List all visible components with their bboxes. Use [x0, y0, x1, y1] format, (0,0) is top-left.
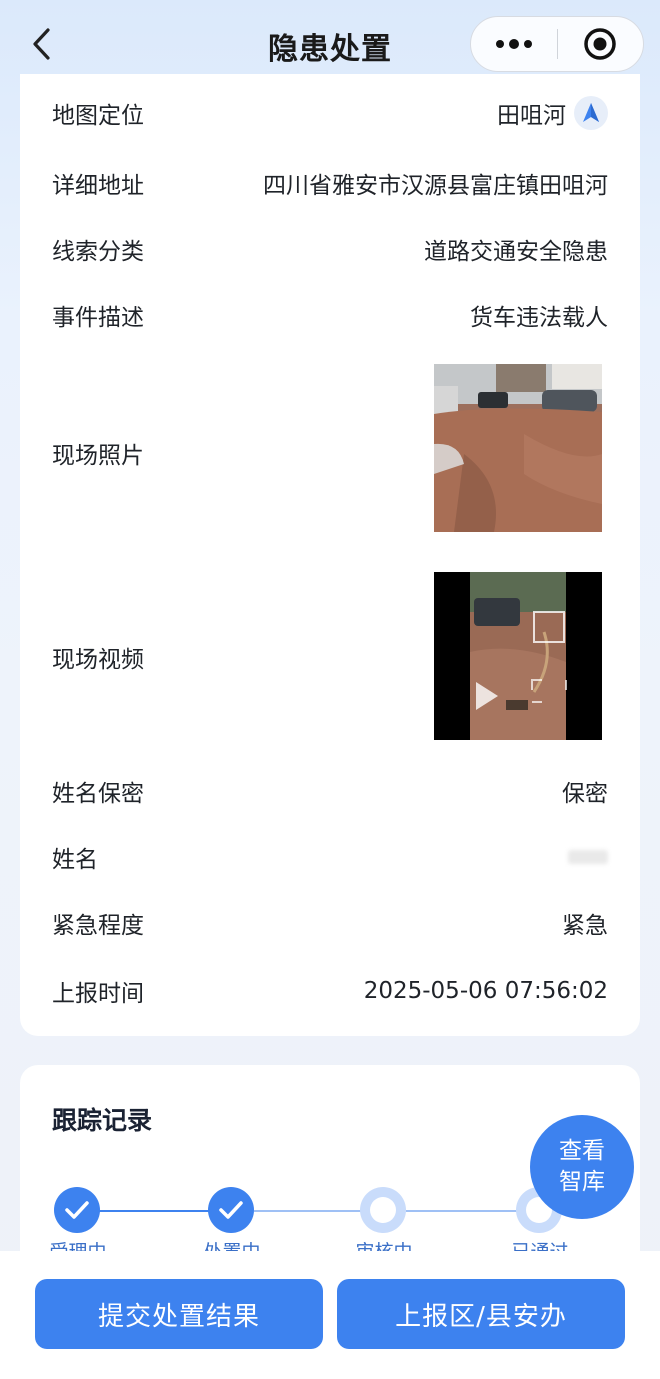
video-label: 现场视频	[52, 647, 144, 673]
category-label: 线索分类	[52, 239, 144, 265]
address-row: 详细地址 四川省雅安市汉源县富庄镇田咀河	[52, 166, 608, 200]
navigation-icon[interactable]	[574, 96, 608, 130]
more-dots-icon	[495, 39, 532, 49]
name-row: 姓名	[52, 840, 608, 874]
map-location-value: 田咀河	[497, 103, 566, 129]
urgency-label: 紧急程度	[52, 913, 144, 939]
submit-result-button[interactable]: 提交处置结果	[35, 1279, 323, 1349]
step-accepted	[54, 1187, 100, 1233]
name-secret-value: 保密	[562, 781, 608, 807]
report-time-label: 上报时间	[52, 981, 144, 1007]
name-secret-row: 姓名保密 保密	[52, 774, 608, 808]
map-location-row[interactable]: 地图定位 田咀河	[52, 96, 608, 130]
knowledge-button-line1: 查看	[559, 1138, 605, 1164]
knowledge-button-line2: 智库	[559, 1169, 605, 1195]
description-value: 货车违法载人	[470, 305, 608, 331]
urgency-value: 紧急	[562, 913, 608, 939]
detail-card: 地图定位 田咀河 详细地址 四川省雅安市汉源县富庄镇田咀河 线索分类 道路交通安…	[20, 74, 640, 1036]
step-reviewing	[360, 1187, 406, 1233]
bottom-action-bar: 提交处置结果 上报区/县安办	[0, 1251, 660, 1379]
description-label: 事件描述	[52, 305, 144, 331]
category-row: 线索分类 道路交通安全隐患	[52, 232, 608, 266]
photo-label: 现场照片	[52, 443, 144, 469]
name-value-redacted	[568, 850, 608, 864]
tracking-title: 跟踪记录	[52, 1106, 153, 1135]
scene-video[interactable]	[434, 572, 602, 740]
address-label: 详细地址	[52, 173, 144, 199]
check-icon	[65, 1201, 89, 1219]
check-icon	[219, 1201, 243, 1219]
report-county-office-button[interactable]: 上报区/县安办	[337, 1279, 625, 1349]
map-location-label: 地图定位	[52, 103, 144, 129]
report-time-row: 上报时间 2025-05-06 07:56:02	[52, 974, 608, 1008]
urgency-row: 紧急程度 紧急	[52, 906, 608, 940]
name-label: 姓名	[52, 847, 98, 873]
mini-program-capsule	[470, 16, 644, 72]
description-row: 事件描述 货车违法载人	[52, 298, 608, 332]
step-handling	[208, 1187, 254, 1233]
target-circle-icon	[584, 28, 616, 60]
view-knowledge-base-button[interactable]: 查看 智库	[530, 1115, 634, 1219]
category-value: 道路交通安全隐患	[424, 239, 608, 265]
address-value: 四川省雅安市汉源县富庄镇田咀河	[263, 173, 608, 199]
scene-photo[interactable]	[434, 364, 602, 532]
report-time-value: 2025-05-06 07:56:02	[363, 978, 608, 1004]
more-button[interactable]	[471, 17, 557, 71]
close-button[interactable]	[558, 17, 644, 71]
name-secret-label: 姓名保密	[52, 781, 144, 807]
